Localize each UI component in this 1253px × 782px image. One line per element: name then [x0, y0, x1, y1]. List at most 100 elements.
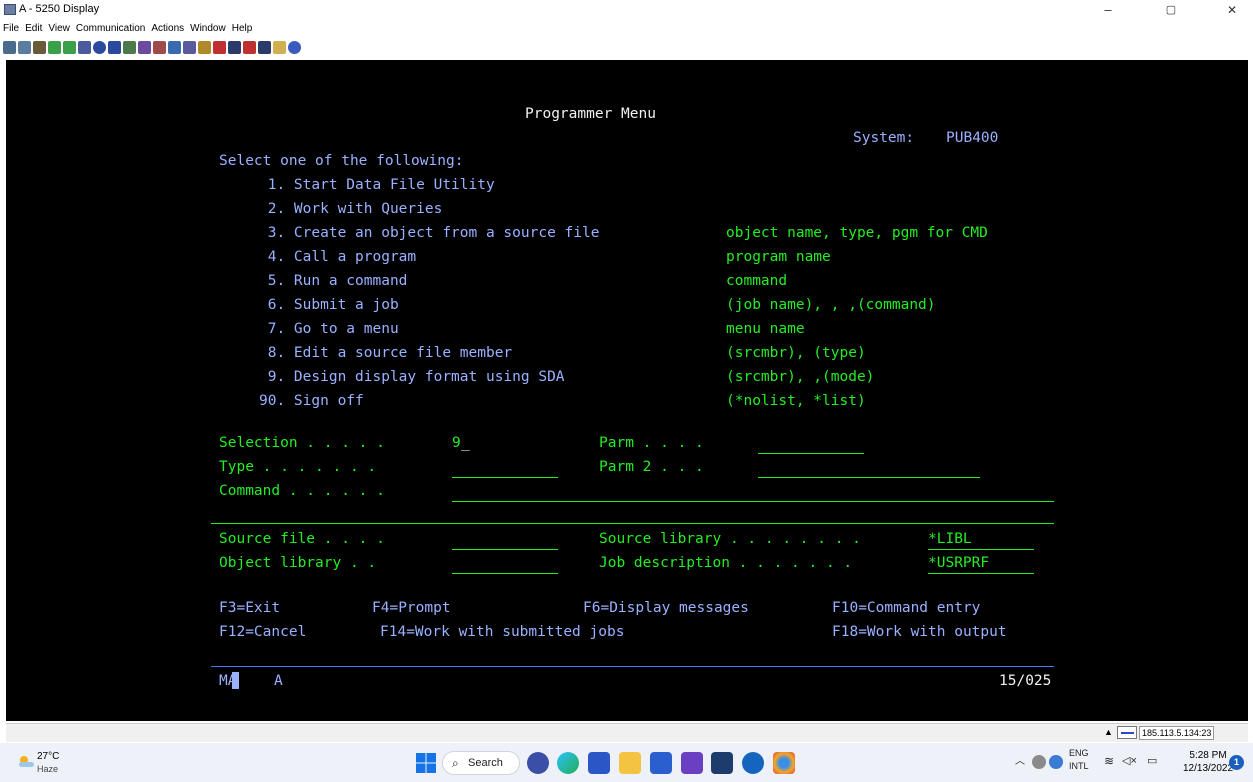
menu-file[interactable]: File — [0, 21, 22, 37]
keyboard-icon[interactable] — [138, 41, 151, 54]
taskbar-clock[interactable]: 5:28 PM 12/13/2022 — [1183, 749, 1233, 775]
play-icon[interactable] — [108, 41, 121, 54]
menu-actions[interactable]: Actions — [148, 21, 187, 37]
option-6[interactable]: 6. Submit a job — [259, 296, 399, 314]
store-icon[interactable] — [588, 752, 610, 774]
popup-keypad-icon[interactable] — [183, 41, 196, 54]
option-7[interactable]: 7. Go to a menu — [259, 320, 399, 338]
weather-icon[interactable] — [17, 754, 35, 768]
windows-start-icon[interactable] — [415, 752, 437, 774]
send-file-icon[interactable] — [48, 41, 61, 54]
fkey-f6[interactable]: F6=Display messages — [583, 599, 749, 617]
cursor-position: 15/025 — [999, 673, 1052, 689]
keyboard-layout[interactable]: INTL — [1069, 761, 1089, 771]
print-icon[interactable] — [3, 41, 16, 54]
receive-file-icon[interactable] — [63, 41, 76, 54]
menu-window[interactable]: Window — [187, 21, 229, 37]
tray-network-app-icon[interactable] — [1049, 755, 1063, 769]
tray-app-icon[interactable] — [1032, 755, 1046, 769]
option-6-hint: (job name), , ,(command) — [726, 297, 936, 313]
option-5[interactable]: 5. Run a command — [259, 272, 408, 290]
macro-icon[interactable] — [78, 41, 91, 54]
menu-edit[interactable]: Edit — [22, 21, 45, 37]
edge-icon[interactable] — [557, 752, 579, 774]
battery-icon[interactable]: ▭ — [1147, 754, 1157, 767]
system-value: PUB400 — [946, 130, 999, 146]
command-label: Command . . . . . . — [219, 483, 385, 499]
display-icon[interactable] — [168, 41, 181, 54]
emulator-icon[interactable] — [711, 752, 733, 774]
cursor: _ — [461, 435, 470, 451]
fkey-f18[interactable]: F18=Work with output — [832, 623, 1007, 641]
command-underline — [452, 501, 1054, 502]
data-transfer-icon[interactable] — [198, 41, 211, 54]
wifi-icon[interactable]: ≋ — [1104, 754, 1114, 768]
fkey-f4[interactable]: F4=Prompt — [372, 599, 451, 617]
title-bar: A - 5250 Display – ▢ ✕ — [0, 0, 1253, 20]
taskbar: 27°C Haze ⌕ Search ︿ ENG INTL ≋ ◁× ▭ 5:2… — [0, 743, 1253, 782]
screen-title: Programmer Menu — [525, 106, 656, 122]
terminal-screen[interactable]: Programmer Menu System: PUB400 Select on… — [6, 60, 1248, 721]
window-title: A - 5250 Display — [19, 3, 100, 15]
upload2-icon[interactable] — [243, 41, 256, 54]
search-label: Search — [468, 757, 503, 769]
option-9[interactable]: 9. Design display format using SDA — [259, 368, 565, 386]
option-9-hint: (srcmbr), ,(mode) — [726, 369, 875, 385]
connection-icon — [1117, 726, 1137, 739]
fkey-f10[interactable]: F10=Command entry — [832, 599, 980, 617]
color-icon[interactable] — [153, 41, 166, 54]
language-code[interactable]: ENG — [1069, 748, 1089, 758]
minimize-button[interactable]: – — [1089, 0, 1127, 20]
chat-icon[interactable] — [527, 752, 549, 774]
fkey-f14[interactable]: F14=Work with submitted jobs — [380, 623, 624, 641]
fkey-f12[interactable]: F12=Cancel — [219, 623, 306, 641]
volume-icon[interactable]: ◁× — [1122, 754, 1137, 767]
restore-button[interactable]: ▢ — [1152, 0, 1190, 20]
option-3[interactable]: 3. Create an object from a source file — [259, 224, 600, 242]
option-1[interactable]: 1. Start Data File Utility — [259, 176, 495, 194]
type-underline — [452, 477, 558, 478]
option-4-hint: program name — [726, 249, 831, 265]
upload-icon[interactable] — [213, 41, 226, 54]
fkey-f3[interactable]: F3=Exit — [219, 599, 280, 617]
menu-communication[interactable]: Communication — [73, 21, 148, 37]
source-file-underline — [452, 549, 558, 550]
option-2[interactable]: 2. Work with Queries — [259, 200, 443, 218]
job-description-input[interactable]: *USRPRF — [928, 554, 989, 572]
section-separator — [211, 523, 1054, 524]
source-file-label: Source file . . . . — [219, 531, 385, 547]
menu-view[interactable]: View — [45, 21, 73, 37]
stop-icon[interactable] — [123, 41, 136, 54]
notes-icon[interactable] — [273, 41, 286, 54]
copy-icon[interactable] — [33, 41, 46, 54]
scroll-up-icon[interactable]: ▲ — [1104, 727, 1113, 737]
oia-cursor-block — [232, 672, 239, 689]
chrome-icon[interactable] — [773, 752, 795, 774]
weather-condition: Haze — [37, 764, 59, 774]
option-8[interactable]: 8. Edit a source file member — [259, 344, 512, 362]
tray-overflow-icon[interactable]: ︿ — [1015, 752, 1025, 767]
menu-help[interactable]: Help — [229, 21, 256, 37]
download2-icon[interactable] — [258, 41, 271, 54]
notification-badge[interactable]: 1 — [1229, 755, 1244, 770]
record-icon[interactable] — [93, 41, 106, 54]
clock-date: 12/13/2022 — [1183, 763, 1234, 774]
taskbar-search[interactable]: ⌕ Search — [442, 751, 520, 775]
option-90[interactable]: 90. Sign off — [259, 392, 364, 410]
help-icon[interactable] — [288, 41, 301, 54]
weather-temperature: 27°C — [37, 751, 60, 762]
select-prompt: Select one of the following: — [219, 153, 464, 169]
source-library-input[interactable]: *LIBL — [928, 530, 972, 548]
option-4[interactable]: 4. Call a program — [259, 248, 416, 266]
menu-bar: File Edit View Communication Actions Win… — [0, 21, 255, 37]
selection-input[interactable]: 9 — [452, 434, 461, 452]
download-icon[interactable] — [228, 41, 241, 54]
word-icon[interactable] — [650, 752, 672, 774]
teams-icon[interactable] — [681, 752, 703, 774]
close-button[interactable]: ✕ — [1213, 0, 1251, 20]
file-explorer-icon[interactable] — [619, 752, 641, 774]
print-screen-icon[interactable] — [18, 41, 31, 54]
search-icon: ⌕ — [452, 756, 459, 770]
info-icon[interactable] — [742, 752, 764, 774]
toolbar — [3, 41, 301, 57]
